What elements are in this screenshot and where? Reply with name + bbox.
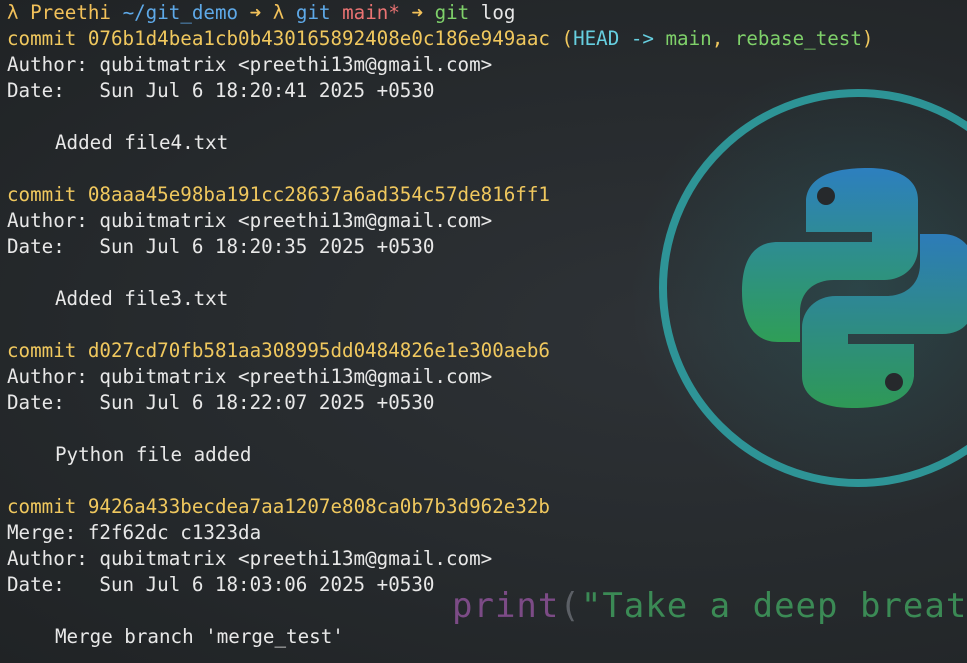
prompt-branch: main* xyxy=(342,1,400,24)
commit-hash: 08aaa45e98ba191cc28637a6ad354c57de816ff1 xyxy=(87,183,550,206)
commit-message: Added file3.txt xyxy=(55,287,229,310)
commit-date: Date: Sun Jul 6 18:20:35 2025 +0530 xyxy=(7,235,435,258)
prompt-line: λ Preethi ~/git_demo ➜ λ git main* ➜ git… xyxy=(7,0,962,26)
commit-author: Author: qubitmatrix <preethi13m@gmail.co… xyxy=(7,209,493,232)
ref-branch-rebase-test: rebase_test xyxy=(734,27,862,50)
ref-branch-main: main xyxy=(665,27,712,50)
commit-author: Author: qubitmatrix <preethi13m@gmail.co… xyxy=(7,365,493,388)
lambda-icon: λ xyxy=(7,1,19,24)
command-args: log xyxy=(480,1,516,24)
arrow-icon: ➜ xyxy=(249,1,262,24)
commit-line: commit d027cd70fb581aa308995dd0484826e1e… xyxy=(7,338,962,364)
commit-author: Author: qubitmatrix <preethi13m@gmail.co… xyxy=(7,53,493,76)
prompt-user: Preethi xyxy=(30,1,111,24)
refs-close: ) xyxy=(861,27,874,50)
prompt-git-label: git xyxy=(295,1,331,24)
lambda-icon: λ xyxy=(272,1,285,24)
prompt-path: ~/git_demo xyxy=(122,1,239,24)
commit-hash: 9426a433becdea7aa1207e808ca0b7b3d962e32b xyxy=(87,495,550,518)
commit-label: commit xyxy=(7,495,77,518)
commit-message: Added file4.txt xyxy=(55,131,229,154)
commit-date: Date: Sun Jul 6 18:22:07 2025 +0530 xyxy=(7,391,435,414)
commit-label: commit xyxy=(7,339,77,362)
terminal-output: λ Preethi ~/git_demo ➜ λ git main* ➜ git… xyxy=(7,0,962,650)
commit-merge-parents: Merge: f2f62dc c1323da xyxy=(7,521,262,544)
commit-label: commit xyxy=(7,183,77,206)
commit-line: commit 08aaa45e98ba191cc28637a6ad354c57d… xyxy=(7,182,962,208)
refs-open: ( xyxy=(561,27,574,50)
commit-date: Date: Sun Jul 6 18:03:06 2025 +0530 xyxy=(7,573,435,596)
commit-line: commit 076b1d4bea1cb0b430165892408e0c186… xyxy=(7,26,962,52)
arrow-icon: ➜ xyxy=(411,1,424,24)
commit-hash: d027cd70fb581aa308995dd0484826e1e300aeb6 xyxy=(87,339,550,362)
commit-date: Date: Sun Jul 6 18:20:41 2025 +0530 xyxy=(7,79,435,102)
command-name: git xyxy=(434,1,470,24)
commit-message: Python file added xyxy=(55,443,252,466)
commit-line: commit 9426a433becdea7aa1207e808ca0b7b3d… xyxy=(7,494,962,520)
ref-separator: , xyxy=(711,27,735,50)
commit-label: commit xyxy=(7,27,77,50)
commit-author: Author: qubitmatrix <preethi13m@gmail.co… xyxy=(7,547,493,570)
ref-head: HEAD -> xyxy=(573,27,666,50)
commit-hash: 076b1d4bea1cb0b430165892408e0c186e949aac xyxy=(87,27,550,50)
commit-message: Merge branch 'merge_test' xyxy=(55,625,344,648)
terminal-window[interactable]: print("Take a deep breath λ Preethi ~/gi… xyxy=(0,0,967,663)
